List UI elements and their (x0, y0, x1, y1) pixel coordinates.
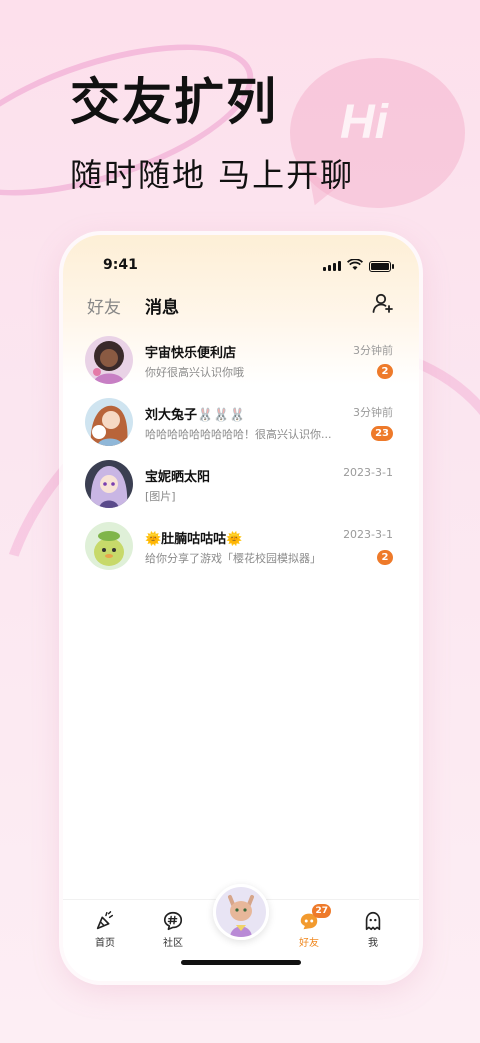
tab-community-label: 社区 (163, 938, 183, 949)
chat-time: 2023-3-1 (343, 528, 393, 541)
chat-time: 2023-3-1 (343, 466, 393, 479)
tab-home[interactable]: 首页 (85, 910, 125, 949)
tab-friends[interactable]: 好友 (87, 293, 121, 318)
hashtag-icon (163, 911, 183, 931)
chat-item[interactable]: 宝妮晒太阳 [图片] 2023-3-1 (63, 454, 419, 516)
signal-icon (323, 261, 341, 271)
avatar (85, 460, 133, 508)
chat-item[interactable]: 刘大兔子🐰🐰🐰 哈哈哈哈哈哈哈哈哈！很高兴认识你... 3分钟前 23 (63, 392, 419, 454)
chat-preview: 你好很高兴认识你哦 (145, 366, 244, 379)
status-bar: 9:41 (63, 257, 419, 277)
unread-badge: 2 (377, 550, 393, 565)
tab-home-label: 首页 (95, 938, 115, 949)
tab-friends-label: 好友 (299, 938, 319, 949)
home-indicator (181, 960, 301, 965)
hi-bubble-text: Hi (340, 96, 388, 149)
chat-name: 🌞肚腩咕咕咕🌞 (145, 532, 243, 547)
tab-friends-nav[interactable]: 27 好友 (289, 904, 331, 949)
tab-messages[interactable]: 消息 (145, 293, 179, 318)
chat-list: 宇宙快乐便利店 你好很高兴认识你哦 3分钟前 2 刘大兔子🐰🐰🐰 哈哈哈哈哈哈哈… (63, 330, 419, 578)
promo-subline: 随时随地 马上开聊 (70, 156, 355, 194)
chat-time: 3分钟前 (353, 344, 393, 357)
chat-item[interactable]: 宇宙快乐便利店 你好很高兴认识你哦 3分钟前 2 (63, 330, 419, 392)
chat-time: 3分钟前 (353, 406, 393, 419)
center-profile-avatar[interactable] (213, 884, 269, 940)
bottom-tab-bar: 首页 社区 27 好友 我 (63, 884, 419, 981)
battery-icon (369, 261, 394, 272)
unread-badge: 2 (377, 364, 393, 379)
avatar (85, 336, 133, 384)
unread-badge: 23 (371, 426, 393, 441)
chat-name: 宝妮晒太阳 (145, 470, 211, 485)
chat-preview: 给你分享了游戏「樱花校园模拟器」 (145, 552, 321, 565)
add-person-icon[interactable] (371, 291, 395, 315)
party-popper-icon (96, 911, 114, 930)
chat-name: 刘大兔子🐰🐰🐰 (145, 408, 246, 423)
wifi-icon (347, 259, 363, 270)
avatar (85, 398, 133, 446)
chat-item[interactable]: 🌞肚腩咕咕咕🌞 给你分享了游戏「樱花校园模拟器」 2023-3-1 2 (63, 516, 419, 578)
tab-me-label: 我 (368, 938, 378, 949)
chat-preview: 哈哈哈哈哈哈哈哈哈！很高兴认识你... (145, 428, 332, 441)
chat-name: 宇宙快乐便利店 (145, 346, 237, 361)
tab-me[interactable]: 我 (353, 910, 393, 949)
friends-tab-badge: 27 (312, 904, 331, 918)
tab-community[interactable]: 社区 (153, 910, 193, 949)
ghost-icon (365, 911, 381, 931)
phone-screen: 9:41 好友 消息 宇宙快乐便利店 你好很高兴认识你哦 3分钟前 2 刘大兔子… (63, 235, 419, 981)
message-header: 好友 消息 (63, 291, 419, 321)
promo-headline: 交友扩列 (70, 73, 278, 131)
avatar (85, 522, 133, 570)
chat-preview: [图片] (145, 490, 176, 503)
status-time: 9:41 (103, 257, 138, 273)
